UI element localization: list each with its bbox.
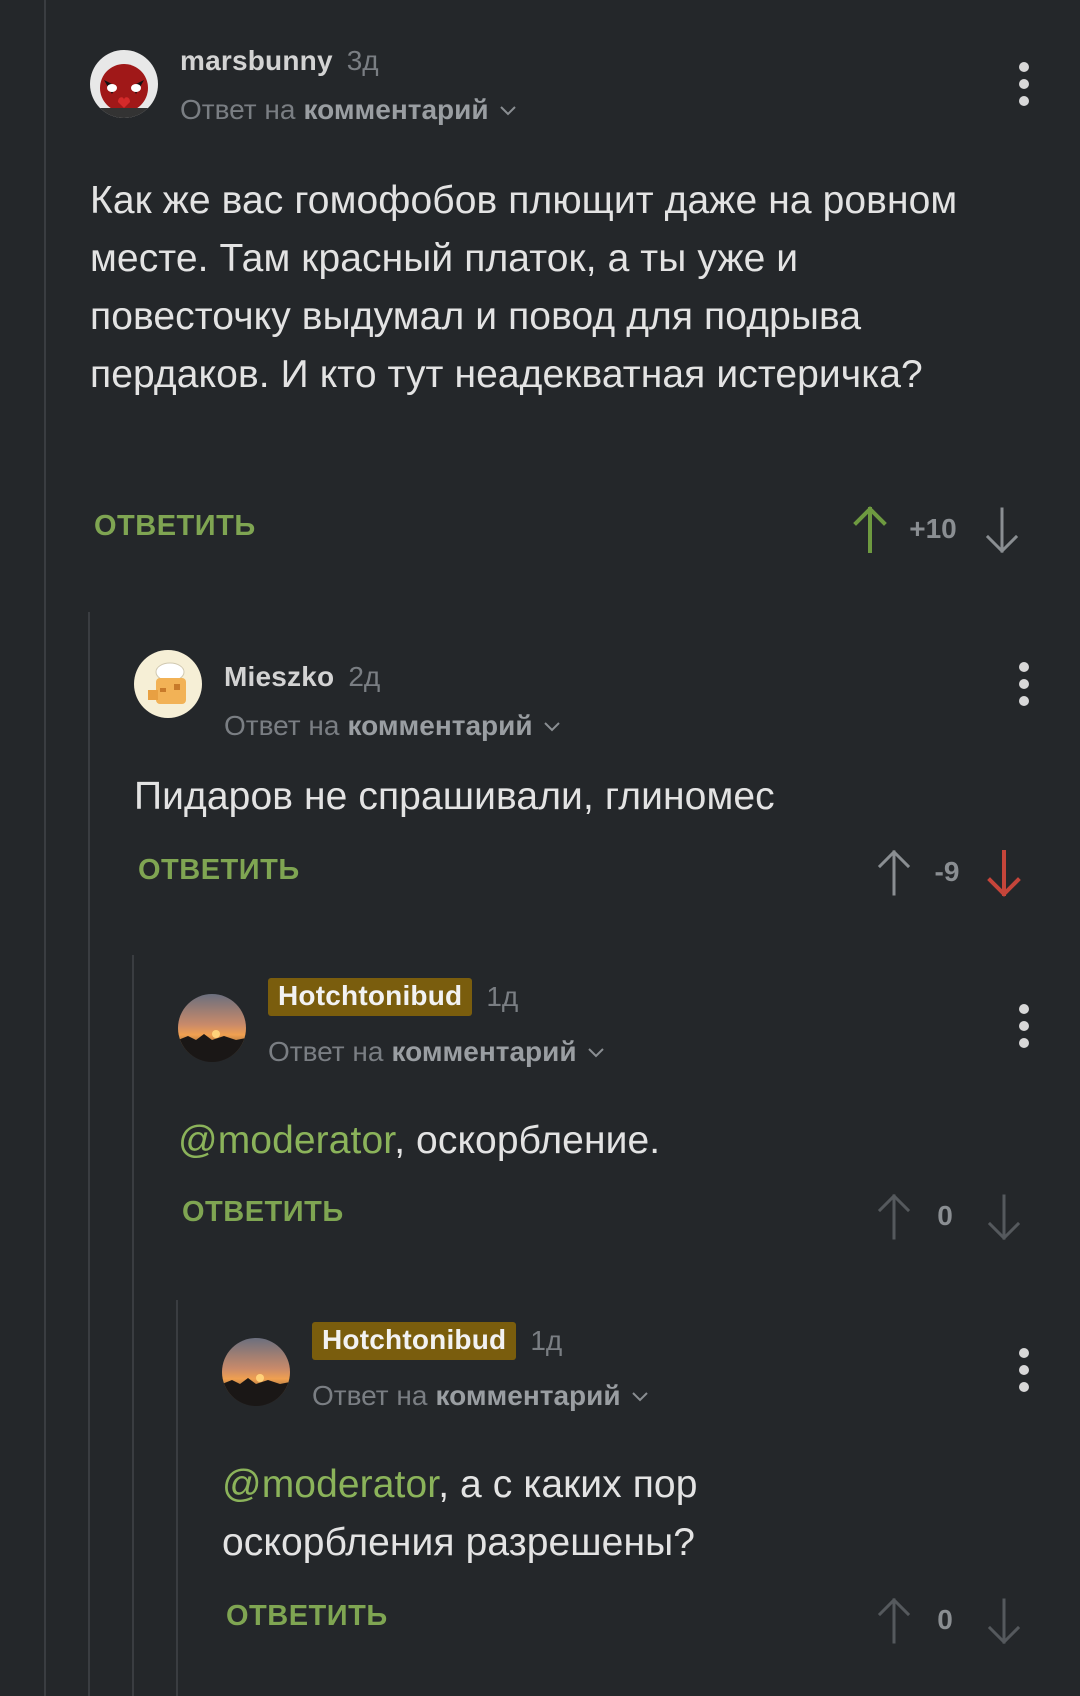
reply-to-link[interactable]: комментарий (391, 1036, 576, 1068)
chevron-down-icon (587, 1048, 604, 1058)
reply-button[interactable]: ОТВЕТИТЬ (182, 1196, 344, 1229)
upvote-icon[interactable] (874, 1596, 914, 1646)
more-options-icon[interactable] (1012, 1348, 1036, 1392)
downvote-icon[interactable] (984, 1596, 1024, 1646)
avatar[interactable] (134, 650, 202, 718)
thread-line-level-2 (132, 955, 134, 1696)
vote-score: +10 (909, 513, 957, 544)
comment-text: @moderator, оскорбление. (178, 1119, 661, 1162)
downvote-icon[interactable] (984, 1192, 1024, 1242)
comment-text: Как же вас гомофобов плющит даже на ровн… (90, 179, 958, 396)
more-options-icon[interactable] (1012, 662, 1036, 706)
vote-bar: -9 (874, 848, 1074, 898)
upvote-icon[interactable] (874, 1192, 914, 1242)
author-row: Hotchtonibud 1д (268, 976, 518, 1018)
comment-time: 2д (348, 661, 381, 692)
mention-link[interactable]: @moderator (178, 1119, 394, 1162)
comment-time: 3д (346, 45, 379, 76)
vote-score: -9 (934, 856, 960, 887)
comment: marsbunny 3д Ответ на комментарий Как же… (90, 0, 1080, 560)
comment: Mieszko 2д Ответ на комментарий Пидаров … (134, 600, 1080, 900)
upvote-icon[interactable] (874, 848, 914, 898)
mention-link[interactable]: @moderator (222, 1463, 438, 1506)
author-row: marsbunny 3д (180, 40, 379, 82)
author-row: Hotchtonibud 1д (312, 1320, 562, 1362)
author-name[interactable]: Hotchtonibud (312, 1322, 517, 1360)
thread-line-level-1 (88, 612, 90, 1696)
more-options-icon[interactable] (1012, 1004, 1036, 1048)
avatar[interactable] (90, 50, 158, 118)
author-name[interactable]: Hotchtonibud (268, 978, 473, 1016)
vote-score: 0 (937, 1604, 953, 1635)
reply-to-prefix: Ответ на (224, 710, 340, 741)
author-name[interactable]: marsbunny (180, 45, 333, 77)
reply-to[interactable]: Ответ на комментарий (180, 94, 519, 126)
chevron-down-icon (543, 722, 560, 732)
reply-to-link[interactable]: комментарий (347, 710, 532, 742)
more-options-icon[interactable] (1012, 62, 1036, 106)
reply-to-prefix: Ответ на (268, 1036, 384, 1067)
upvote-icon[interactable] (850, 505, 890, 555)
reply-to-link[interactable]: комментарий (435, 1380, 620, 1412)
avatar[interactable] (178, 994, 246, 1062)
reply-to-prefix: Ответ на (312, 1380, 428, 1411)
reply-to-prefix: Ответ на (180, 94, 296, 125)
vote-score: 0 (937, 1200, 953, 1231)
reply-button[interactable]: ОТВЕТИТЬ (138, 854, 300, 887)
reply-to[interactable]: Ответ на комментарий (312, 1380, 651, 1412)
comment-time: 1д (530, 1325, 563, 1356)
reply-to-link[interactable]: комментарий (303, 94, 488, 126)
avatar[interactable] (222, 1338, 290, 1406)
thread-line-level-0 (44, 0, 46, 1696)
vote-bar: +10 (850, 505, 1050, 555)
comment-text: @moderator, а с каких пор оскорбления ра… (222, 1463, 698, 1564)
vote-bar: 0 (874, 1192, 1074, 1242)
downvote-icon[interactable] (982, 505, 1022, 555)
reply-to[interactable]: Ответ на комментарий (268, 1036, 607, 1068)
downvote-icon[interactable] (984, 848, 1024, 898)
chevron-down-icon (631, 1392, 648, 1402)
chevron-down-icon (499, 106, 516, 116)
reply-button[interactable]: ОТВЕТИТЬ (226, 1600, 388, 1633)
thread-line-level-3 (176, 1300, 178, 1696)
comment-time: 1д (486, 981, 519, 1012)
author-row: Mieszko 2д (224, 656, 380, 698)
comment-text: Пидаров не спрашивали, глиномес (134, 775, 775, 818)
reply-to[interactable]: Ответ на комментарий (224, 710, 563, 742)
comment: Hotchtonibud 1д Ответ на комментарий @mo… (222, 1284, 1080, 1684)
author-name[interactable]: Mieszko (224, 661, 334, 693)
vote-bar: 0 (874, 1596, 1074, 1646)
reply-button[interactable]: ОТВЕТИТЬ (94, 510, 256, 543)
comment: Hotchtonibud 1д Ответ на комментарий @mo… (178, 940, 1080, 1242)
